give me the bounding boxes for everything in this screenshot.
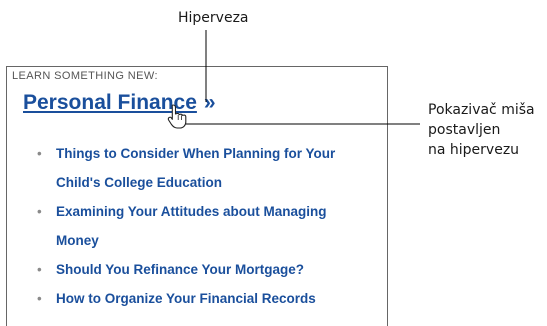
- annotation-overlay: [167, 30, 420, 129]
- hand-pointer-icon: [167, 104, 187, 129]
